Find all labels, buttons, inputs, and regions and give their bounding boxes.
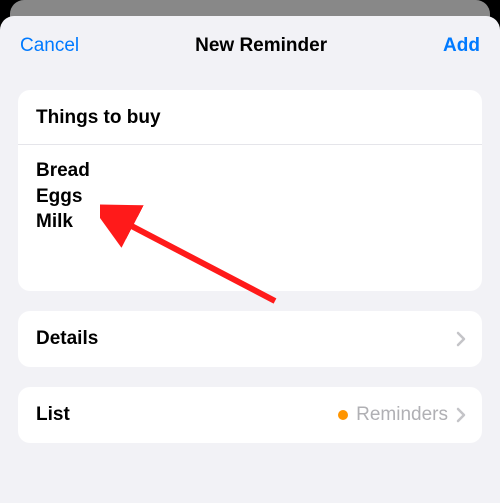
list-color-dot [338, 410, 348, 420]
content-area: Things to buy Bread Eggs Milk Details Li… [0, 76, 500, 443]
notes-line: Bread [36, 158, 464, 184]
list-card: List Reminders [18, 387, 482, 443]
notes-line: Milk [36, 209, 464, 235]
notes-line: Eggs [36, 184, 464, 210]
reminder-title-input[interactable]: Things to buy [18, 90, 482, 145]
list-label: List [36, 404, 70, 426]
details-row[interactable]: Details [18, 311, 482, 367]
nav-bar: Cancel New Reminder Add [0, 16, 500, 76]
title-notes-card: Things to buy Bread Eggs Milk [18, 90, 482, 291]
add-button[interactable]: Add [443, 35, 480, 57]
details-label: Details [36, 328, 98, 350]
cancel-button[interactable]: Cancel [20, 35, 79, 57]
chevron-right-icon [456, 407, 466, 423]
reminder-notes-input[interactable]: Bread Eggs Milk [18, 145, 482, 291]
new-reminder-sheet: Cancel New Reminder Add Things to buy Br… [0, 16, 500, 503]
list-row[interactable]: List Reminders [18, 387, 482, 443]
details-card: Details [18, 311, 482, 367]
list-value: Reminders [356, 404, 448, 426]
page-title: New Reminder [195, 35, 327, 57]
chevron-right-icon [456, 331, 466, 347]
